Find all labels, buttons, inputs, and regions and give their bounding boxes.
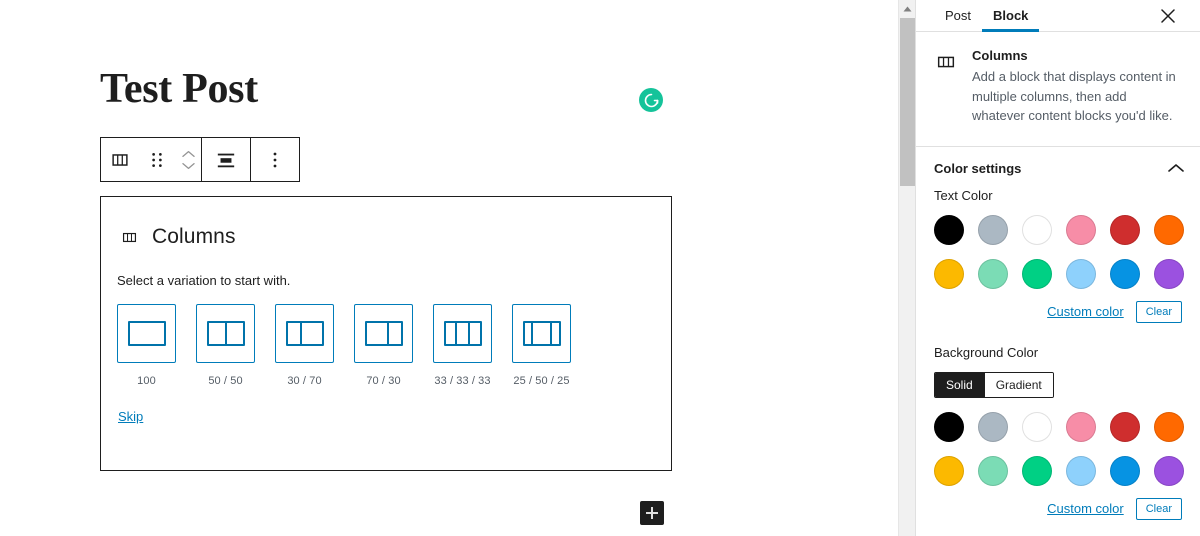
color-swatch[interactable] (1066, 258, 1096, 289)
color-settings-title: Color settings (934, 160, 1022, 176)
text-color-label: Text Color (934, 187, 993, 203)
color-swatch[interactable] (1110, 455, 1140, 486)
columns-icon (934, 50, 958, 74)
block-info-description: Add a block that displays content in mul… (972, 69, 1176, 123)
editor-canvas: Test Post Columns Select a variation to … (0, 0, 898, 536)
skip-link[interactable]: Skip (118, 409, 143, 424)
variation-option[interactable]: 25 / 50 / 25 (512, 304, 571, 387)
variation-option[interactable]: 70 / 30 (354, 304, 413, 387)
variation-label: 25 / 50 / 25 (513, 375, 570, 387)
block-editor-app: Test Post Columns Select a variation to … (0, 0, 1200, 536)
variation-list: 100 50 / 50 30 / 70 70 / 30 33 / 33 / 33 25 /… (101, 288, 671, 387)
color-swatch[interactable] (978, 455, 1008, 486)
color-swatch[interactable] (1066, 214, 1096, 245)
color-swatch[interactable] (934, 411, 964, 442)
background-custom-color-link[interactable]: Custom color (1047, 501, 1124, 516)
block-toolbar-group-align (201, 138, 250, 181)
color-swatch[interactable] (1110, 411, 1140, 442)
color-swatch[interactable] (934, 214, 964, 245)
block-toolbar-group-block (101, 138, 201, 181)
background-color-label: Background Color (934, 344, 1039, 360)
variation-option[interactable]: 30 / 70 (275, 304, 334, 387)
page-title[interactable]: Test Post (100, 64, 258, 114)
variation-preview-icon (512, 304, 571, 363)
color-swatch[interactable] (1022, 455, 1052, 486)
text-custom-color-link[interactable]: Custom color (1047, 304, 1124, 319)
text-color-actions: Custom color Clear (934, 300, 1182, 323)
block-info-title: Columns (972, 48, 1028, 63)
columns-block-title: Columns (152, 225, 236, 248)
variation-label: 50 / 50 (208, 375, 243, 387)
drag-handle-icon[interactable] (138, 138, 175, 181)
block-info-text: Columns Add a block that displays conten… (972, 48, 1182, 126)
sidebar-scrollbar[interactable] (898, 0, 915, 536)
variation-preview-icon (117, 304, 176, 363)
solid-tab[interactable]: Solid (935, 372, 984, 397)
variation-option[interactable]: 33 / 33 / 33 (433, 304, 492, 387)
background-color-actions: Custom color Clear (934, 497, 1182, 520)
color-swatch[interactable] (1154, 411, 1184, 442)
color-swatch[interactable] (978, 411, 1008, 442)
color-swatch[interactable] (934, 455, 964, 486)
columns-block-header: Columns (101, 197, 671, 249)
close-icon[interactable] (1152, 0, 1184, 32)
color-swatch[interactable] (1110, 214, 1140, 245)
background-color-mode-toggle: Solid Gradient (934, 371, 1054, 398)
scroll-up-arrow-icon[interactable] (899, 0, 916, 17)
variation-preview-icon (275, 304, 334, 363)
columns-block-placeholder[interactable]: Columns Select a variation to start with… (100, 196, 672, 471)
align-center-icon[interactable] (202, 138, 250, 181)
color-swatch[interactable] (978, 258, 1008, 289)
move-up-icon[interactable] (181, 150, 195, 158)
text-color-group: Text Color Custom color Clear (916, 188, 1200, 323)
variation-preview-icon (433, 304, 492, 363)
sidebar-tabs: Post Block (916, 0, 1200, 32)
block-info-card: Columns Add a block that displays conten… (916, 32, 1200, 147)
color-swatch[interactable] (1022, 258, 1052, 289)
variation-preview-icon (196, 304, 255, 363)
color-swatch[interactable] (1066, 411, 1096, 442)
block-toolbar (100, 137, 300, 182)
variation-option[interactable]: 100 (117, 304, 176, 387)
variation-option[interactable]: 50 / 50 (196, 304, 255, 387)
settings-sidebar: Post Block Columns Add a block that disp… (915, 0, 1200, 536)
variation-label: 70 / 30 (366, 375, 401, 387)
block-toolbar-group-more (250, 138, 299, 181)
color-swatch[interactable] (978, 214, 1008, 245)
block-inserter-button[interactable] (640, 501, 664, 525)
block-movers (175, 138, 201, 181)
move-down-icon[interactable] (181, 162, 195, 170)
tab-block[interactable]: Block (982, 0, 1040, 32)
color-swatch[interactable] (1154, 214, 1184, 245)
color-swatch[interactable] (1022, 411, 1052, 442)
variation-label: 33 / 33 / 33 (434, 375, 491, 387)
text-color-swatches (934, 214, 1184, 289)
background-color-swatches (934, 411, 1184, 486)
variation-preview-icon (354, 304, 413, 363)
variation-label: 30 / 70 (287, 375, 322, 387)
columns-icon (117, 225, 141, 249)
color-swatch[interactable] (1154, 455, 1184, 486)
color-settings-panel-header[interactable]: Color settings (916, 147, 1200, 188)
color-swatch[interactable] (1022, 214, 1052, 245)
color-swatch[interactable] (934, 258, 964, 289)
scrollbar-thumb[interactable] (900, 18, 915, 186)
columns-instructions: Select a variation to start with. (117, 273, 291, 288)
block-type-columns-icon[interactable] (101, 138, 138, 181)
grammarly-badge[interactable] (639, 88, 663, 112)
background-color-group: Background Color Solid Gradient Custom c… (916, 345, 1200, 520)
color-swatch[interactable] (1110, 258, 1140, 289)
color-swatch[interactable] (1066, 455, 1096, 486)
more-options-icon[interactable] (251, 138, 299, 181)
variation-label: 100 (137, 375, 156, 387)
tab-post[interactable]: Post (934, 0, 982, 31)
background-clear-button[interactable]: Clear (1135, 497, 1182, 520)
gradient-tab[interactable]: Gradient (983, 372, 1053, 397)
text-clear-button[interactable]: Clear (1135, 300, 1182, 323)
color-swatch[interactable] (1154, 258, 1184, 289)
chevron-up-icon (1168, 163, 1184, 173)
